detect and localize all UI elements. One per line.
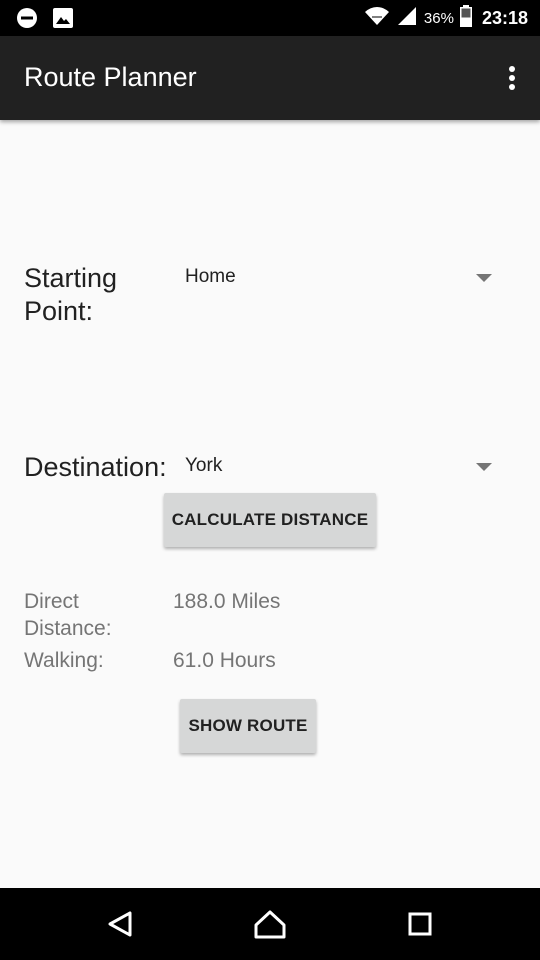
clock: 23:18 [481,7,528,28]
wifi-icon [364,5,390,32]
more-vert-icon[interactable] [504,62,520,94]
destination-spinner[interactable]: York [172,448,492,484]
walking-value: 61.0 Hours [173,649,276,672]
starting-point-value: Home [185,266,236,287]
image-icon [52,7,74,34]
dropdown-arrow-icon [476,463,492,471]
battery-percent: 36% [423,9,454,27]
recents-icon[interactable] [402,906,438,942]
home-icon[interactable] [252,906,288,942]
direct-distance-label: Direct Distance: [24,590,112,640]
app-title: Route Planner [24,62,197,92]
destination-value: York [185,455,223,476]
route-form: Starting Point: Home Destination: York C… [0,120,540,888]
dnd-icon [16,7,38,34]
show-route-button[interactable]: SHOW ROUTE [180,699,316,753]
starting-point-label: Starting Point: [24,263,118,326]
walking-label: Walking: [24,649,104,672]
battery-icon [459,4,472,32]
direct-distance-value: 188.0 Miles [173,590,281,613]
back-icon[interactable] [102,906,138,942]
starting-point-spinner[interactable]: Home [172,259,492,295]
status-bar: 36% 23:18 [0,0,540,36]
calculate-distance-button[interactable]: CALCULATE DISTANCE [164,493,376,547]
app-bar: Route Planner [0,36,540,120]
navigation-bar [0,888,540,960]
destination-label: Destination: [24,452,167,482]
dropdown-arrow-icon [476,274,492,282]
signal-icon [396,5,418,32]
